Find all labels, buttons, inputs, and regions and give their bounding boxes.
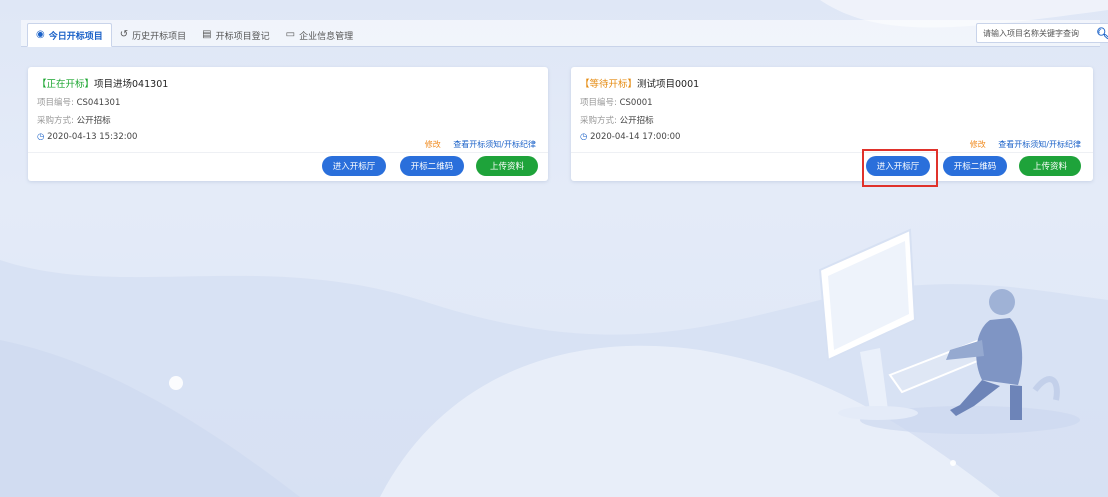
project-code: CS0001 <box>619 98 653 108</box>
status-badge: 【正在开标】 <box>37 79 95 90</box>
history-icon: ↺ <box>119 29 129 40</box>
computer-illustration <box>818 228 1080 434</box>
procurement-method: 公开招标 <box>619 116 654 126</box>
clock-icon: ◷ <box>580 132 588 142</box>
procurement-method-row: 采购方式: 公开招标 <box>580 114 654 126</box>
clock-icon: ◷ <box>37 132 45 142</box>
project-code-label: 项目编号: <box>580 98 617 108</box>
status-badge: 【等待开标】 <box>580 79 638 90</box>
highlight-box <box>862 149 938 187</box>
bid-time: 2020-04-13 15:32:00 <box>47 132 138 142</box>
procurement-method-label: 采购方式: <box>37 116 74 126</box>
user-circle-icon: ◉ <box>36 29 45 40</box>
bid-time: 2020-04-14 17:00:00 <box>590 132 681 142</box>
search-icon[interactable]: 🔍︎ <box>1093 24 1108 42</box>
procurement-method: 公开招标 <box>76 116 111 126</box>
edit-link[interactable]: 修改 <box>970 140 986 149</box>
project-code-row: 项目编号: CS0001 <box>580 96 653 108</box>
document-icon: ▤ <box>202 29 212 40</box>
search-box: 🔍︎ <box>976 23 1108 43</box>
bid-time-row: ◷ 2020-04-13 15:32:00 <box>37 132 137 142</box>
top-nav-bar: ◉ 今日开标项目 ↺ 历史开标项目 ▤ 开标项目登记 ▭ 企业信息管理 🔍︎ <box>21 20 1108 47</box>
project-code-label: 项目编号: <box>37 98 74 108</box>
card-divider <box>28 152 548 153</box>
enter-bid-hall-button[interactable]: 进入开标厅 <box>322 156 386 176</box>
project-card: 【等待开标】测试项目0001 项目编号: CS0001 采购方式: 公开招标 ◷… <box>571 67 1093 181</box>
procurement-method-label: 采购方式: <box>580 116 617 126</box>
bid-qrcode-button[interactable]: 开标二维码 <box>400 156 464 176</box>
tab-company-info[interactable]: ▭ 企业信息管理 <box>278 23 361 47</box>
tab-bar: ◉ 今日开标项目 ↺ 历史开标项目 ▤ 开标项目登记 ▭ 企业信息管理 <box>27 23 361 47</box>
project-code: CS041301 <box>76 98 121 108</box>
upload-materials-button[interactable]: 上传资料 <box>476 156 538 176</box>
search-input[interactable] <box>977 24 1093 42</box>
upload-materials-button[interactable]: 上传资料 <box>1019 156 1081 176</box>
tab-project-registration[interactable]: ▤ 开标项目登记 <box>194 23 277 47</box>
project-card: 【正在开标】项目进场041301 项目编号: CS041301 采购方式: 公开… <box>28 67 548 181</box>
monitor-icon: ▭ <box>285 29 296 40</box>
procurement-method-row: 采购方式: 公开招标 <box>37 114 111 126</box>
card-title: 【等待开标】测试项目0001 <box>580 76 699 90</box>
bid-qrcode-button[interactable]: 开标二维码 <box>943 156 1007 176</box>
tab-history-projects[interactable]: ↺ 历史开标项目 <box>112 23 194 47</box>
tab-label: 今日开标项目 <box>48 31 103 42</box>
edit-link[interactable]: 修改 <box>425 140 441 149</box>
tab-label: 企业信息管理 <box>299 31 354 42</box>
project-code-row: 项目编号: CS041301 <box>37 96 120 108</box>
bid-time-row: ◷ 2020-04-14 17:00:00 <box>580 132 680 142</box>
card-title: 【正在开标】项目进场041301 <box>37 76 168 90</box>
card-links: 修改 查看开标须知/开标纪律 <box>425 139 536 150</box>
project-name: 测试项目0001 <box>637 79 700 90</box>
view-rules-link[interactable]: 查看开标须知/开标纪律 <box>453 140 536 149</box>
project-name: 项目进场041301 <box>94 79 169 90</box>
card-links: 修改 查看开标须知/开标纪律 <box>970 139 1081 150</box>
tab-label: 历史开标项目 <box>132 31 187 42</box>
tab-label: 开标项目登记 <box>215 31 270 42</box>
view-rules-link[interactable]: 查看开标须知/开标纪律 <box>998 140 1081 149</box>
card-divider <box>571 152 1093 153</box>
tab-today-projects[interactable]: ◉ 今日开标项目 <box>27 23 112 47</box>
